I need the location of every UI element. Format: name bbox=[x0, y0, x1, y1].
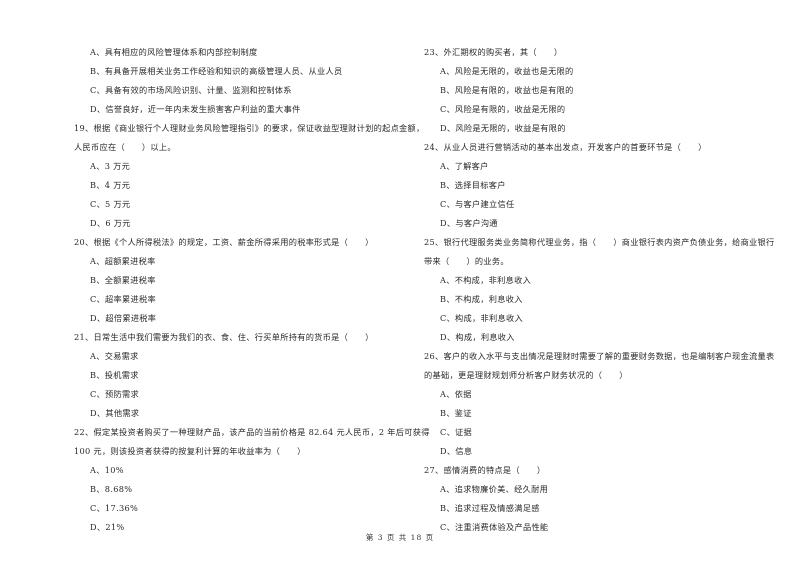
question-text: 25、银行代理服务类业务简称代理业务，指（ ）商业银行表内资产负债业务，给商业银… bbox=[424, 237, 775, 247]
answer-option: A、超额累进税率 bbox=[90, 256, 156, 266]
answer-option: B、追求过程及情感满足感 bbox=[440, 503, 540, 513]
answer-option: D、超倍累进税率 bbox=[90, 313, 157, 323]
question-text: 21、日常生活中我们需要为我们的衣、食、住、行买单所持有的货币是（ ） bbox=[74, 332, 374, 342]
question-text: 20、根据《个人所得税法》的规定，工资、薪金所得采用的税率形式是（ ） bbox=[74, 237, 374, 247]
answer-option: D、6 万元 bbox=[90, 218, 131, 228]
question-text: 27、感情消费的特点是（ ） bbox=[424, 465, 546, 475]
answer-option: B、不构成，利息收入 bbox=[440, 294, 523, 304]
answer-option: C、构成，非利息收入 bbox=[440, 313, 523, 323]
answer-option: B、风险是有限的，收益也是有限的 bbox=[440, 85, 574, 95]
answer-option: A、具有相应的风险管理体系和内部控制制度 bbox=[90, 47, 258, 57]
question-text: 人民币应在（ ）以上。 bbox=[74, 142, 176, 152]
question-text: 100 元，则该投资者获得的按复利计算的年收益率为（ ） bbox=[74, 446, 306, 456]
answer-option: B、选择目标客户 bbox=[440, 180, 506, 190]
answer-option: C、具备有效的市场风险识别、计量、监测和控制体系 bbox=[90, 85, 292, 95]
answer-option: A、追求物廉价美、经久耐用 bbox=[440, 484, 549, 494]
answer-option: D、风险是无限的，收益是有限的 bbox=[440, 123, 566, 133]
question-text: 19、根据《商业银行个人理财业务风险管理指引》的要求，保证收益型理财计划的起点金… bbox=[74, 123, 425, 133]
right-column: 23、外汇期权的购买者，其（ ） A、风险是无限的，收益也是无限的 B、风险是有限的… bbox=[424, 43, 775, 537]
answer-option: A、不构成，非利息收入 bbox=[440, 275, 532, 285]
answer-option: C、5 万元 bbox=[90, 199, 131, 209]
left-column: A、具有相应的风险管理体系和内部控制制度 B、有具备开展相关业务工作经验和知识的高… bbox=[74, 43, 430, 537]
question-text: 带来（ ）的业务。 bbox=[424, 256, 509, 266]
question-text: 26、客户的收入水平与支出情况是理财时需要了解的重要财务数据，也是编制客户现金流… bbox=[424, 351, 775, 361]
answer-option: B、8.68% bbox=[90, 484, 133, 494]
answer-option: D、信誉良好，近一年内未发生损害客户利益的重大事件 bbox=[90, 104, 301, 114]
answer-option: D、其他需求 bbox=[90, 408, 140, 418]
answer-option: C、17.36% bbox=[90, 503, 139, 513]
answer-option: D、与客户沟通 bbox=[440, 218, 498, 228]
question-text: 23、外汇期权的购买者，其（ ） bbox=[424, 47, 563, 57]
answer-option: A、3 万元 bbox=[90, 161, 131, 171]
answer-option: C、超率累进税率 bbox=[90, 294, 156, 304]
answer-option: B、全额累进税率 bbox=[90, 275, 156, 285]
answer-option: A、交易需求 bbox=[90, 351, 139, 361]
question-text: 24、从业人员进行营销活动的基本出发点，开发客户的首要环节是（ ） bbox=[424, 142, 707, 152]
answer-option: C、预防需求 bbox=[90, 389, 140, 399]
answer-option: A、风险是无限的，收益也是无限的 bbox=[440, 66, 574, 76]
answer-option: C、证据 bbox=[440, 427, 473, 437]
answer-option: B、有具备开展相关业务工作经验和知识的高级管理人员、从业人员 bbox=[90, 66, 343, 76]
answer-option: D、信息 bbox=[440, 446, 473, 456]
answer-option: A、10% bbox=[90, 465, 124, 475]
question-text: 的基础，更是理财规划师分析客户财务状况的（ ） bbox=[424, 370, 628, 380]
answer-option: A、依据 bbox=[440, 389, 472, 399]
question-text: 22、假定某投资者购买了一种理财产品，该产品的当前价格是 82.64 元人民币，… bbox=[74, 427, 430, 437]
answer-option: D、构成，利息收入 bbox=[440, 332, 515, 342]
page-footer: 第 3 页 共 18 页 bbox=[365, 533, 435, 542]
answer-option: B、投机需求 bbox=[90, 370, 139, 380]
answer-option: C、与客户建立信任 bbox=[440, 199, 515, 209]
answer-option: B、鉴证 bbox=[440, 408, 472, 418]
answer-option: B、4 万元 bbox=[90, 180, 131, 190]
answer-option: A、了解客户 bbox=[440, 161, 489, 171]
answer-option: C、风险是有限的，收益是无限的 bbox=[440, 104, 566, 114]
